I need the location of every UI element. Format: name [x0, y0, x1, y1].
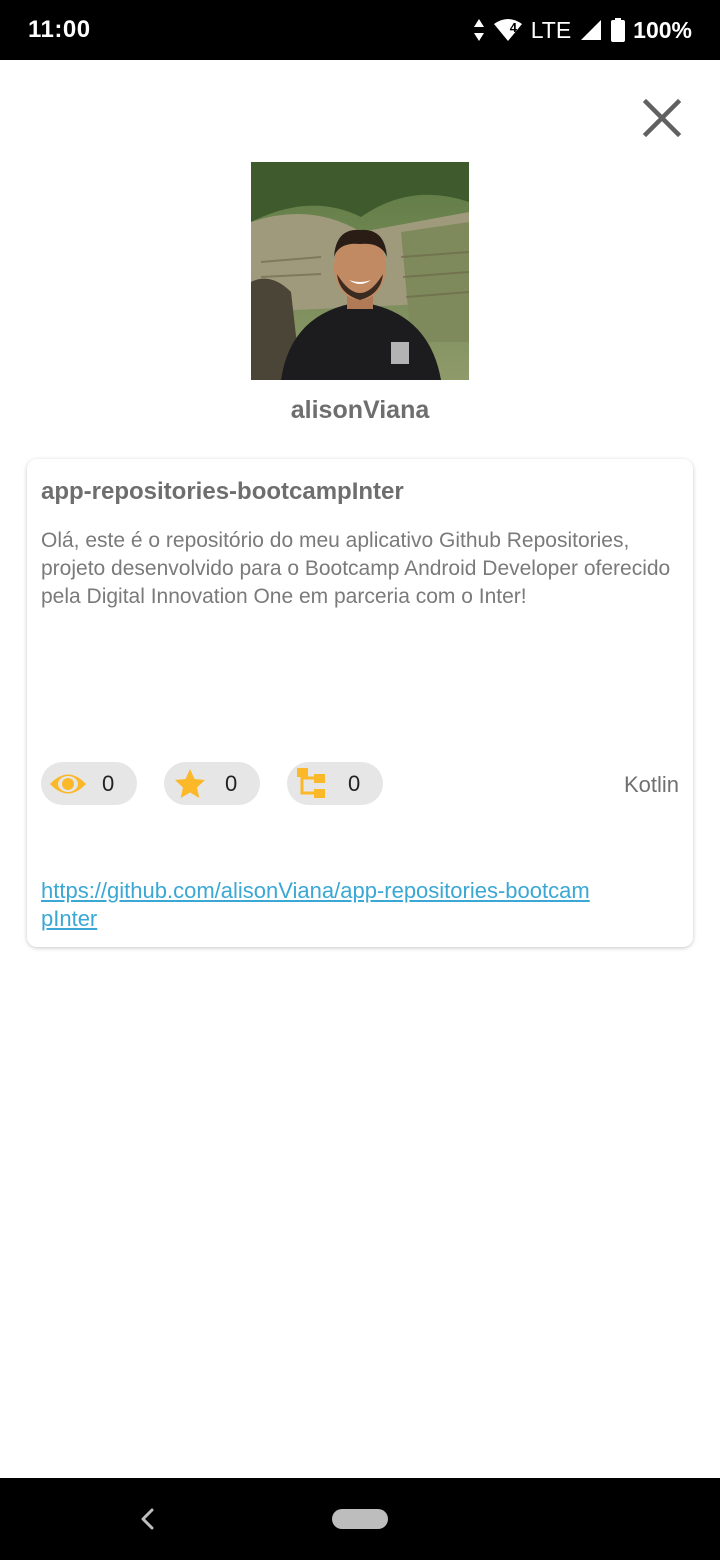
wifi-badge: 4: [509, 20, 517, 35]
eye-icon: [50, 774, 86, 794]
avatar: [251, 162, 469, 380]
signal-icon: [579, 18, 603, 42]
battery-icon: [611, 18, 626, 42]
star-icon: [175, 769, 205, 798]
back-icon: [141, 1508, 154, 1530]
fork-icon: [297, 768, 325, 798]
status-bar: 11:00 4 LTE 100%: [0, 0, 720, 60]
battery-percent: 100%: [633, 16, 692, 43]
stars-chip: 0: [164, 762, 260, 805]
forks-chip: 0: [287, 762, 383, 805]
username: alisonViana: [290, 396, 430, 424]
repository-name: app-repositories-bootcampInter: [41, 478, 404, 505]
back-button[interactable]: [134, 1504, 162, 1534]
home-button[interactable]: [332, 1509, 388, 1529]
network-label: LTE: [530, 16, 572, 43]
data-arrows-icon: [473, 18, 485, 42]
status-time: 11:00: [28, 16, 91, 43]
repository-description: Olá, este é o repositório do meu aplicat…: [41, 529, 671, 608]
close-icon: [642, 98, 682, 138]
repository-card: app-repositories-bootcampInter Olá, este…: [27, 459, 693, 947]
repository-link[interactable]: https://github.com/alisonViana/app-repos…: [41, 877, 601, 933]
close-button[interactable]: [640, 96, 684, 140]
navigation-bar: [0, 1478, 720, 1560]
watchers-chip: 0: [41, 762, 137, 805]
forks-count: 0: [348, 771, 361, 796]
wifi-icon: 4: [493, 18, 523, 42]
watchers-count: 0: [102, 771, 115, 796]
repository-language: Kotlin: [623, 772, 679, 797]
stars-count: 0: [225, 771, 238, 796]
status-icons: 4 LTE 100%: [473, 14, 692, 46]
